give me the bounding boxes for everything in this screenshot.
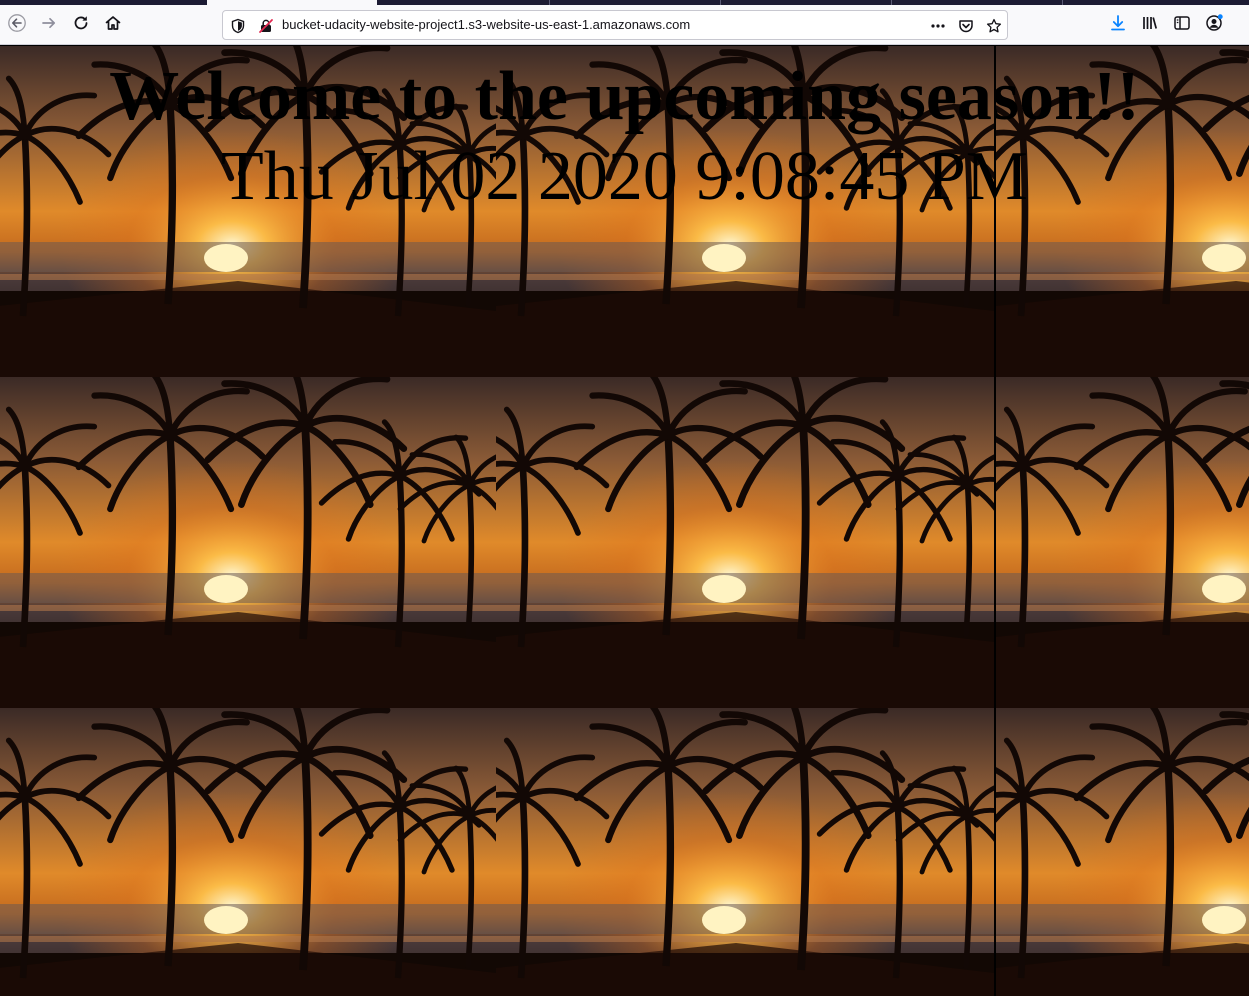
- sunset-tile-image: [0, 708, 496, 996]
- sunset-tile-image: [496, 708, 994, 996]
- shield-icon[interactable]: [229, 17, 247, 35]
- pocket-icon[interactable]: [957, 17, 975, 35]
- reload-button[interactable]: [65, 9, 97, 41]
- forward-button[interactable]: [33, 9, 65, 41]
- account-icon: [1205, 14, 1223, 36]
- download-icon: [1109, 14, 1127, 36]
- sidebar-button[interactable]: [1166, 9, 1198, 41]
- back-button[interactable]: [1, 9, 33, 41]
- forward-icon: [40, 14, 58, 36]
- library-icon: [1141, 14, 1159, 36]
- insecure-lock-icon[interactable]: [257, 17, 275, 35]
- account-button[interactable]: [1198, 9, 1230, 41]
- sidebar-icon: [1173, 14, 1191, 36]
- home-button[interactable]: [97, 9, 129, 41]
- sunset-tile-image: [496, 377, 994, 708]
- sunset-tile-image: [996, 377, 1249, 708]
- back-icon: [8, 14, 26, 36]
- home-icon: [104, 14, 122, 36]
- welcome-heading: Welcome to the upcoming season!!: [109, 58, 1140, 135]
- page-content: Welcome to the upcoming season!! Thu Jul…: [0, 46, 1249, 996]
- url-bar[interactable]: bucket-udacity-website-project1.s3-websi…: [222, 10, 1008, 40]
- bookmark-star-icon[interactable]: [985, 17, 1003, 35]
- url-text[interactable]: bucket-udacity-website-project1.s3-websi…: [282, 17, 690, 32]
- more-icon[interactable]: [929, 17, 947, 35]
- nav-toolbar: bucket-udacity-website-project1.s3-websi…: [0, 5, 1249, 45]
- downloads-button[interactable]: [1102, 9, 1134, 41]
- sunset-tile-image: [0, 377, 496, 708]
- sunset-tile-image: [996, 708, 1249, 996]
- reload-icon: [72, 14, 90, 36]
- library-button[interactable]: [1134, 9, 1166, 41]
- datetime-display: Thu Jul 02 2020 9:08:45 PM: [220, 138, 1029, 215]
